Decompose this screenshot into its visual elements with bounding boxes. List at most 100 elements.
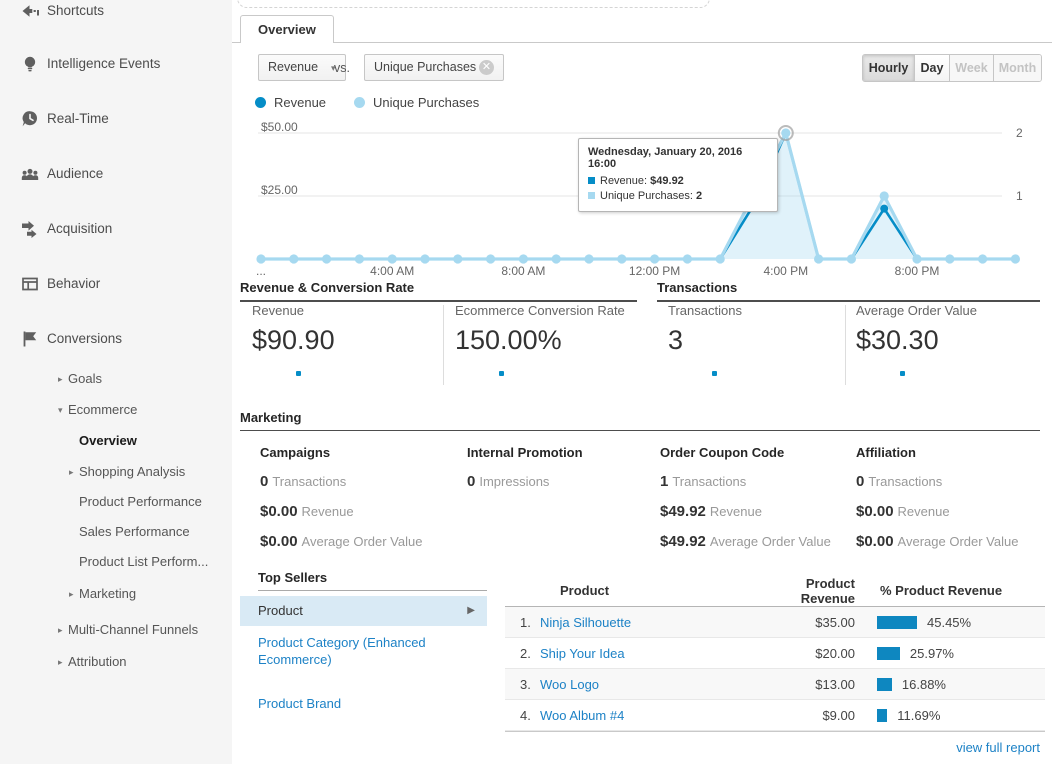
marketing-metric: $0.00Revenue bbox=[260, 503, 455, 520]
sidebar-item-shopping-analysis[interactable]: ▸Shopping Analysis bbox=[0, 460, 232, 484]
view-full-report-link[interactable]: view full report bbox=[840, 740, 1040, 755]
sidebar-item-shortcuts[interactable]: Shortcuts bbox=[0, 0, 232, 23]
sidebar-item-goals[interactable]: ▸Goals bbox=[0, 367, 232, 391]
sidebar-item-conversions[interactable]: Conversions bbox=[0, 327, 232, 351]
sidebar-item-behavior[interactable]: Behavior bbox=[0, 272, 232, 296]
data-point-unique-purchases[interactable] bbox=[420, 254, 429, 263]
marketing-metric: $49.92Revenue bbox=[660, 503, 855, 520]
tab-strip bbox=[232, 42, 1052, 43]
product-link[interactable]: Woo Logo bbox=[540, 677, 599, 692]
sidebar-item-product-performance[interactable]: Product Performance bbox=[0, 490, 232, 514]
sidebar-item-real-time[interactable]: Real-Time bbox=[0, 107, 232, 131]
data-point-unique-purchases[interactable] bbox=[519, 254, 528, 263]
marketing-column-internal-promotion: Internal Promotion0Impressions bbox=[467, 445, 662, 490]
dimension-link-product-brand[interactable]: Product Brand bbox=[258, 695, 490, 712]
dimension-product-selected[interactable]: Product▶ bbox=[240, 596, 487, 626]
sidebar-item-label: Sales Performance bbox=[79, 520, 190, 544]
tab-overview[interactable]: Overview bbox=[240, 15, 334, 43]
data-point-revenue[interactable] bbox=[880, 205, 888, 213]
data-point-unique-purchases[interactable] bbox=[388, 254, 397, 263]
data-point-unique-purchases[interactable] bbox=[814, 254, 823, 263]
legend-item-unique-purchases[interactable]: Unique Purchases bbox=[354, 95, 479, 110]
legend-label: Unique Purchases bbox=[373, 95, 479, 110]
sidebar-item-sales-performance[interactable]: Sales Performance bbox=[0, 520, 232, 544]
remove-comparison-icon[interactable]: ✕ bbox=[479, 60, 494, 75]
sparkline-dot-icon bbox=[499, 371, 504, 376]
percent-value: 16.88% bbox=[902, 677, 946, 692]
data-point-unique-purchases[interactable] bbox=[945, 254, 954, 263]
table-header-product-revenue: Product Revenue bbox=[772, 576, 855, 606]
sidebar-item-acquisition[interactable]: Acquisition bbox=[0, 217, 232, 241]
sidebar-nav: Shortcuts Intelligence Events Real-Time Aud… bbox=[0, 0, 232, 764]
marketing-metric: $0.00Average Order Value bbox=[260, 533, 455, 550]
card-divider bbox=[443, 305, 444, 385]
data-point-unique-purchases[interactable] bbox=[683, 254, 692, 263]
product-link[interactable]: Ship Your Idea bbox=[540, 646, 625, 661]
sidebar-item-label: Product Performance bbox=[79, 490, 202, 514]
data-point-unique-purchases[interactable] bbox=[650, 254, 659, 263]
sidebar-item-marketing[interactable]: ▸Marketing bbox=[0, 582, 232, 606]
granularity-week-button[interactable]: Week bbox=[949, 55, 993, 81]
data-point-unique-purchases[interactable] bbox=[552, 254, 561, 263]
data-point-unique-purchases[interactable] bbox=[584, 254, 593, 263]
sidebar-item-audience[interactable]: Audience bbox=[0, 162, 232, 186]
percent-bar bbox=[877, 647, 900, 660]
x-axis-tick: 8:00 AM bbox=[501, 264, 545, 278]
tooltip-row: Unique Purchases: 2 bbox=[588, 189, 768, 204]
legend-label: Revenue bbox=[274, 95, 326, 110]
sidebar-item-label: Product List Perform... bbox=[79, 550, 208, 574]
product-link[interactable]: Woo Album #4 bbox=[540, 708, 624, 723]
legend-item-revenue[interactable]: Revenue bbox=[255, 95, 326, 110]
data-point-unique-purchases[interactable] bbox=[322, 254, 331, 263]
sidebar-item-product-list-perform[interactable]: Product List Perform... bbox=[0, 550, 232, 574]
data-point-unique-purchases[interactable] bbox=[1011, 254, 1020, 263]
dimension-link-product-category-enhanced-ecommerce[interactable]: Product Category (Enhanced Ecommerce) bbox=[258, 634, 490, 668]
granularity-month-button[interactable]: Month bbox=[993, 55, 1041, 81]
data-point-unique-purchases[interactable] bbox=[781, 128, 790, 137]
data-point-unique-purchases[interactable] bbox=[453, 254, 462, 263]
data-point-unique-purchases[interactable] bbox=[978, 254, 987, 263]
sidebar-item-label: Shopping Analysis bbox=[79, 460, 185, 484]
chevron-right-icon: ▸ bbox=[58, 650, 63, 674]
data-point-unique-purchases[interactable] bbox=[880, 191, 889, 200]
data-point-unique-purchases[interactable] bbox=[716, 254, 725, 263]
sidebar-item-intelligence-events[interactable]: Intelligence Events bbox=[0, 52, 232, 76]
chevron-right-icon: ▸ bbox=[69, 460, 74, 484]
marketing-column-affiliation: Affiliation0Transactions$0.00Revenue$0.0… bbox=[856, 445, 1051, 550]
data-point-unique-purchases[interactable] bbox=[256, 254, 265, 263]
sidebar-item-multi-channel-funnels[interactable]: ▸Multi-Channel Funnels bbox=[0, 618, 232, 642]
legend-dot-icon bbox=[354, 97, 365, 108]
chart-tooltip: Wednesday, January 20, 2016 16:00 Revenu… bbox=[578, 138, 778, 212]
scorecard-average-order-value: Average Order Value$30.30 bbox=[856, 303, 1036, 376]
x-axis-tick: ... bbox=[256, 264, 266, 278]
data-point-unique-purchases[interactable] bbox=[847, 254, 856, 263]
scorecard-revenue: Revenue$90.90 bbox=[252, 303, 432, 376]
granularity-day-button[interactable]: Day bbox=[914, 55, 949, 81]
behavior-icon bbox=[20, 274, 40, 294]
secondary-metric-label: Unique Purchases bbox=[374, 60, 476, 74]
x-axis-tick: 8:00 PM bbox=[895, 264, 940, 278]
sidebar-item-overview[interactable]: Overview bbox=[0, 429, 232, 453]
data-point-unique-purchases[interactable] bbox=[912, 254, 921, 263]
dimension-label: Product bbox=[258, 603, 303, 618]
primary-metric-dropdown[interactable]: Revenue▾ bbox=[258, 54, 346, 81]
percent-value: 11.69% bbox=[897, 708, 940, 723]
sidebar-item-attribution[interactable]: ▸Attribution bbox=[0, 650, 232, 674]
data-point-unique-purchases[interactable] bbox=[617, 254, 626, 263]
metric-label: Average Order Value bbox=[856, 303, 1036, 318]
sidebar-item-label: Behavior bbox=[47, 272, 100, 296]
data-point-unique-purchases[interactable] bbox=[289, 254, 298, 263]
table-header-product-revenue: % Product Revenue bbox=[880, 583, 1002, 598]
marketing-column-title: Internal Promotion bbox=[467, 445, 662, 460]
sidebar-item-label: Multi-Channel Funnels bbox=[68, 618, 198, 642]
marketing-metric: 1Transactions bbox=[660, 473, 855, 490]
product-link[interactable]: Ninja Silhouette bbox=[540, 615, 631, 630]
sidebar-item-label: Goals bbox=[68, 367, 102, 391]
realtime-icon bbox=[20, 109, 40, 129]
metric-value: 150.00% bbox=[455, 325, 635, 356]
granularity-hourly-button[interactable]: Hourly bbox=[863, 55, 914, 81]
sidebar-item-ecommerce[interactable]: ▾Ecommerce bbox=[0, 398, 232, 422]
section-title-transactions: Transactions bbox=[657, 280, 1040, 302]
data-point-unique-purchases[interactable] bbox=[355, 254, 364, 263]
data-point-unique-purchases[interactable] bbox=[486, 254, 495, 263]
